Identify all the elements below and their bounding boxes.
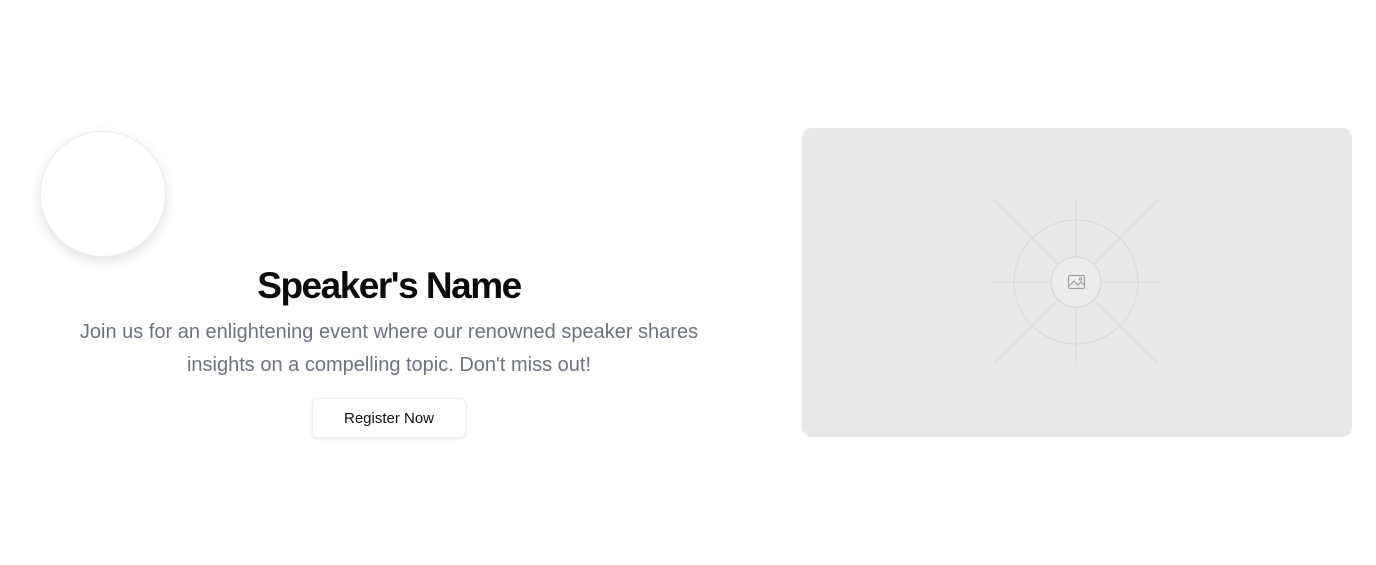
avatar xyxy=(40,131,166,257)
placeholder-graphic xyxy=(992,198,1160,366)
register-button[interactable]: Register Now xyxy=(312,398,466,438)
image-placeholder xyxy=(802,128,1352,437)
speaker-section: Speaker's Name Join us for an enlighteni… xyxy=(0,0,1376,565)
event-description: Join us for an enlightening event where … xyxy=(79,321,699,376)
speaker-name: Speaker's Name xyxy=(257,265,522,306)
speaker-info: Speaker's Name Join us for an enlighteni… xyxy=(40,262,738,438)
